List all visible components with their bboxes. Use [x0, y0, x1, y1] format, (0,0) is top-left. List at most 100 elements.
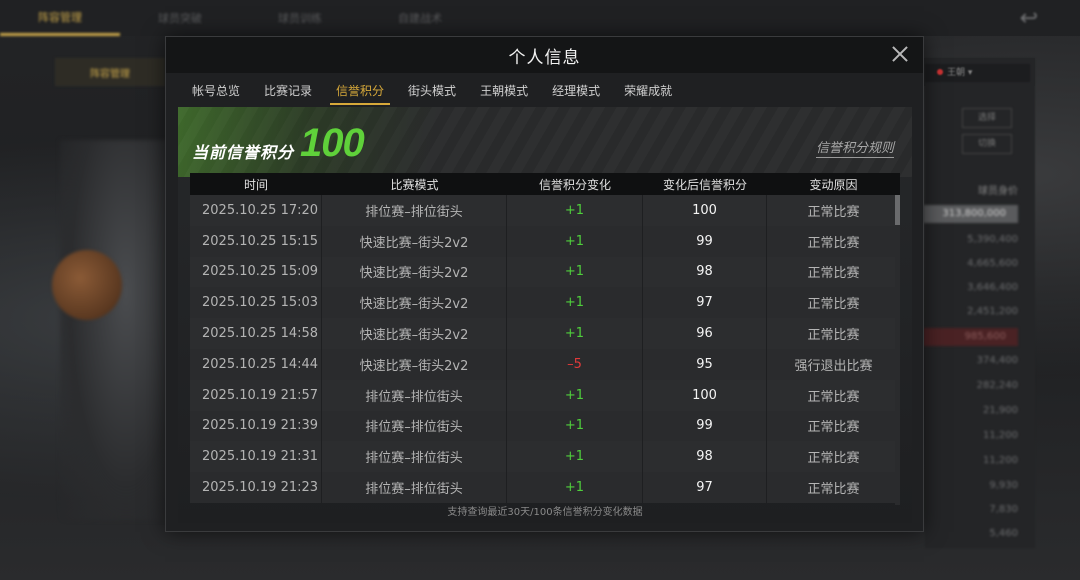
- cell-time: 2025.10.19 21:23: [190, 472, 322, 503]
- tab-match-records[interactable]: 比赛记录: [252, 75, 324, 105]
- background-top-bar: 阵容管理 球员突破 球员训练 自建战术 ↩: [0, 0, 1080, 36]
- cell-reason: 正常比赛: [807, 389, 860, 405]
- cell-change: +1: [507, 225, 643, 257]
- cell-after: 97: [643, 472, 767, 503]
- header-change: 信誉积分变化: [538, 177, 611, 192]
- cell-time: 2025.10.25 17:20: [190, 195, 322, 226]
- basketball-icon: [52, 250, 122, 320]
- bg-right-value: 4,665,600: [967, 258, 1018, 269]
- credit-history-table: 时间 比赛模式 信誉积分变化 变化后信誉积分 变动原因 2025.10.25 1…: [190, 173, 900, 505]
- table-row: 2025.10.19 21:23 排位赛–排位街头 +1 97 正常比赛: [190, 472, 900, 503]
- cell-reason: 正常比赛: [807, 297, 860, 313]
- table-row: 2025.10.25 15:03 快速比赛–街头2v2 +1 97 正常比赛: [190, 287, 900, 319]
- cell-change: –5: [507, 348, 643, 380]
- tab-street-mode[interactable]: 街头模式: [396, 75, 468, 105]
- bg-right-value: 3,646,400: [967, 282, 1018, 293]
- modal-title: 个人信息: [508, 47, 581, 68]
- bg-right-value: 313,800,000: [923, 205, 1018, 223]
- bg-tab-training: 球员训练: [278, 12, 322, 25]
- table-row: 2025.10.19 21:39 排位赛–排位街头 +1 99 正常比赛: [190, 410, 900, 442]
- cell-reason: 正常比赛: [807, 482, 860, 498]
- cell-mode: 排位赛–排位街头: [322, 379, 507, 411]
- bg-tab-tactics: 自建战术: [398, 12, 442, 25]
- cell-time: 2025.10.25 14:58: [190, 318, 322, 349]
- bg-tab-lineup: 阵容管理: [0, 0, 120, 36]
- background-right-panel: [925, 58, 1035, 548]
- bg-select-button: 选择: [962, 108, 1012, 128]
- personal-info-modal: 个人信息 帐号总览 比赛记录 信誉积分 街头模式 王朝模式 经理模式 荣耀成就 …: [165, 36, 924, 532]
- background-player-image: [60, 140, 170, 520]
- bg-right-value: 985,600: [923, 328, 1018, 346]
- bg-right-value: 7,830: [989, 504, 1018, 515]
- bg-subtab-lineup: 阵容管理: [55, 58, 165, 86]
- cell-time: 2025.10.19 21:57: [190, 379, 322, 411]
- bg-right-value: 282,240: [976, 380, 1018, 391]
- tab-honor-achievements[interactable]: 荣耀成就: [612, 75, 684, 105]
- bg-right-value: 5,460: [989, 528, 1018, 539]
- cell-time: 2025.10.19 21:39: [190, 410, 322, 442]
- cell-after: 98: [643, 256, 767, 288]
- cell-change: +1: [507, 256, 643, 288]
- current-score-value: 100: [300, 121, 365, 165]
- cell-reason: 正常比赛: [807, 451, 860, 467]
- table-row: 2025.10.25 15:15 快速比赛–街头2v2 +1 99 正常比赛: [190, 225, 900, 257]
- cell-mode: 快速比赛–街头2v2: [322, 318, 507, 349]
- cell-after: 99: [643, 225, 767, 257]
- bg-tab-breakthrough: 球员突破: [158, 12, 202, 25]
- credit-rules-link[interactable]: 信誉积分规则: [815, 137, 894, 158]
- bg-right-value: 374,400: [976, 355, 1018, 366]
- bg-right-header: 球员身价: [978, 186, 1018, 197]
- query-limit-note: 支持查询最近30天/100条信誉积分变化数据: [447, 507, 643, 518]
- bg-switch-button: 切换: [962, 134, 1012, 154]
- close-icon[interactable]: [889, 43, 911, 65]
- cell-change: +1: [507, 441, 643, 473]
- table-row: 2025.10.19 21:31 排位赛–排位街头 +1 98 正常比赛: [190, 441, 900, 473]
- tab-manager-mode[interactable]: 经理模式: [540, 75, 612, 105]
- cell-change: +1: [507, 287, 643, 319]
- back-arrow-icon: ↩: [1019, 6, 1038, 31]
- cell-change: +1: [507, 410, 643, 442]
- scrollbar-thumb[interactable]: [895, 195, 900, 225]
- tab-dynasty-mode[interactable]: 王朝模式: [468, 75, 540, 105]
- red-dot-icon: [937, 69, 943, 75]
- cell-after: 95: [643, 348, 767, 380]
- bg-right-value: 5,390,400: [967, 234, 1018, 245]
- cell-mode: 快速比赛–街头2v2: [322, 287, 507, 319]
- header-after: 变化后信誉积分: [662, 177, 747, 192]
- cell-after: 98: [643, 441, 767, 473]
- modal-tabs: 帐号总览 比赛记录 信誉积分 街头模式 王朝模式 经理模式 荣耀成就: [180, 75, 684, 105]
- table-row: 2025.10.19 21:57 排位赛–排位街头 +1 100 正常比赛: [190, 379, 900, 411]
- bg-dropdown-label: 王朝: [947, 68, 966, 78]
- cell-time: 2025.10.25 15:09: [190, 256, 322, 288]
- header-reason: 变动原因: [809, 177, 858, 192]
- cell-reason: 正常比赛: [807, 204, 860, 220]
- table-scrollbar[interactable]: [895, 195, 900, 505]
- cell-change: +1: [507, 318, 643, 349]
- bg-dropdown: 王朝 ▾: [925, 64, 1030, 82]
- cell-after: 100: [643, 379, 767, 411]
- modal-header: 个人信息: [166, 37, 923, 73]
- bg-right-value: 2,451,200: [967, 306, 1018, 317]
- table-row: 2025.10.25 15:09 快速比赛–街头2v2 +1 98 正常比赛: [190, 256, 900, 288]
- bg-right-value: 11,200: [983, 455, 1018, 466]
- cell-reason: 正常比赛: [807, 266, 860, 282]
- table-row: 2025.10.25 14:44 快速比赛–街头2v2 –5 95 强行退出比赛: [190, 348, 900, 380]
- cell-mode: 排位赛–排位街头: [322, 472, 507, 503]
- current-score-label: 当前信誉积分: [192, 143, 295, 162]
- cell-mode: 排位赛–排位街头: [322, 410, 507, 442]
- cell-after: 97: [643, 287, 767, 319]
- tab-account-overview[interactable]: 帐号总览: [180, 75, 252, 105]
- table-row: 2025.10.25 14:58 快速比赛–街头2v2 +1 96 正常比赛: [190, 318, 900, 349]
- cell-reason: 正常比赛: [807, 420, 860, 436]
- cell-change: +1: [507, 379, 643, 411]
- cell-reason: 正常比赛: [807, 235, 860, 251]
- cell-mode: 排位赛–排位街头: [322, 441, 507, 473]
- cell-time: 2025.10.25 15:15: [190, 225, 322, 257]
- header-mode: 比赛模式: [390, 177, 439, 192]
- cell-after: 100: [643, 195, 767, 226]
- cell-after: 99: [643, 410, 767, 442]
- cell-change: +1: [507, 195, 643, 226]
- tab-credit-score[interactable]: 信誉积分: [324, 75, 396, 105]
- cell-mode: 快速比赛–街头2v2: [322, 348, 507, 380]
- cell-after: 96: [643, 318, 767, 349]
